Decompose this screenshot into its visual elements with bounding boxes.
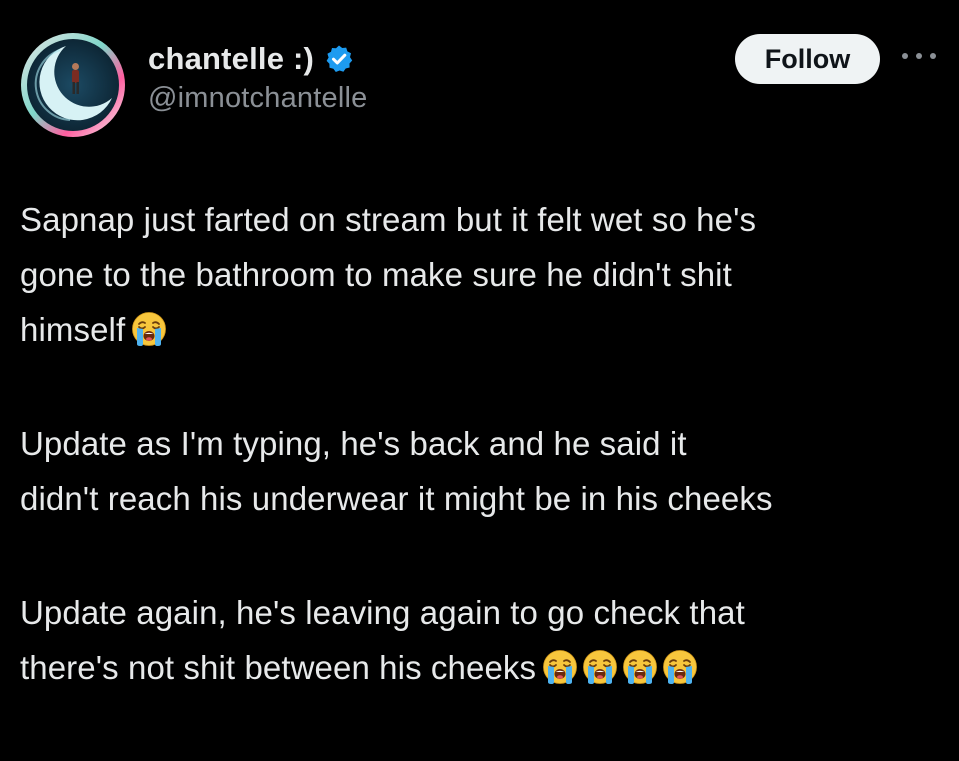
- author-names: chantelle :) @imnotchantelle: [148, 38, 367, 115]
- loudly-crying-face-icon: [622, 649, 658, 685]
- post-line: gone to the bathroom to make sure he did…: [20, 256, 732, 293]
- loudly-crying-face-icon: [662, 649, 698, 685]
- post-line: didn't reach his underwear it might be i…: [20, 480, 773, 517]
- more-dot: [916, 53, 922, 59]
- loudly-crying-face-icon: [542, 649, 578, 685]
- post-paragraph-3: Update again, he's leaving again to go c…: [20, 585, 950, 695]
- avatar[interactable]: [20, 32, 126, 138]
- verified-badge-icon: [326, 45, 353, 72]
- post-line: himself: [20, 311, 126, 348]
- author-handle[interactable]: @imnotchantelle: [148, 82, 367, 115]
- loudly-crying-face-icon: [582, 649, 618, 685]
- post-line: Update again, he's leaving again to go c…: [20, 594, 745, 631]
- post-line: Update as I'm typing, he's back and he s…: [20, 425, 687, 462]
- crescent-moon-avatar-icon: [21, 33, 125, 137]
- more-dot: [902, 53, 908, 59]
- post-paragraph-1: Sapnap just farted on stream but it felt…: [20, 192, 950, 357]
- post-line: Sapnap just farted on stream but it felt…: [20, 201, 757, 238]
- more-dot: [930, 53, 936, 59]
- loudly-crying-face-icon: [131, 311, 167, 347]
- display-name-row: chantelle :): [148, 38, 367, 80]
- display-name[interactable]: chantelle :): [148, 41, 314, 77]
- follow-button[interactable]: Follow: [735, 34, 880, 84]
- post-text: Sapnap just farted on stream but it felt…: [20, 192, 950, 695]
- post-header: chantelle :) @imnotchantelle Follow: [20, 28, 940, 138]
- more-options-icon[interactable]: [902, 46, 936, 66]
- post-line: there's not shit between his cheeks: [20, 649, 537, 686]
- post-paragraph-2: Update as I'm typing, he's back and he s…: [20, 416, 950, 526]
- post-card: chantelle :) @imnotchantelle Follow Sapn…: [0, 0, 959, 761]
